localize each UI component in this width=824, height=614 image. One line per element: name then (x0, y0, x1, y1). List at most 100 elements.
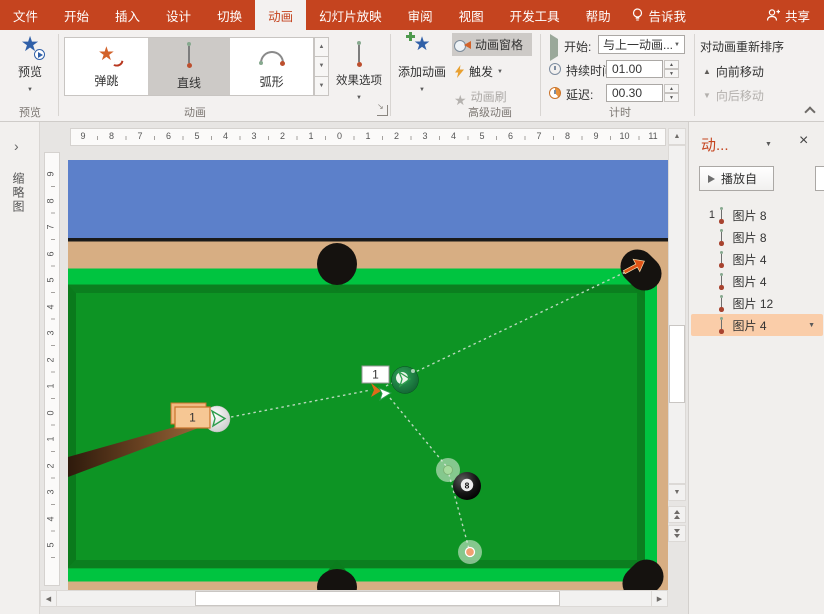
ribbon-tab[interactable]: 切换 (204, 0, 255, 30)
previous-slide-button[interactable] (668, 506, 686, 523)
ribbon-tab[interactable]: 幻灯片放映 (306, 0, 395, 30)
ruler-number: 2 (394, 131, 399, 141)
dropdown-caret-icon: ▼ (419, 87, 425, 93)
ruler-number: 1 (308, 131, 313, 141)
vertical-ruler[interactable]: 987654321012345 (44, 152, 60, 586)
collapse-ribbon-button[interactable] (804, 106, 815, 117)
slide-canvas[interactable]: 8 1 1 (68, 160, 668, 592)
ruler-number: 8 (565, 131, 570, 141)
ribbon-tab[interactable]: 文件 (0, 0, 51, 30)
scroll-right-button[interactable]: ▶ (651, 590, 668, 607)
bounce-swoosh-icon (113, 59, 123, 67)
group-separator (390, 34, 391, 116)
animation-item-label: 图片 12 (733, 295, 774, 312)
gallery-scroll-up-button[interactable]: ▲ (314, 37, 329, 57)
preview-button[interactable]: ★ 预览 ▼ (6, 34, 54, 102)
play-from-button[interactable]: 播放自 (699, 166, 774, 191)
motion-path-icon (719, 251, 724, 268)
ruler-number: 10 (619, 131, 629, 141)
ruler-number: 3 (251, 131, 256, 141)
animation-list-item[interactable]: 图片 4 ▼ (691, 270, 823, 292)
eight-ball-number: 8 (465, 480, 470, 490)
add-animation-button[interactable]: ★ 添加动画 ▼ (394, 34, 450, 102)
share-button[interactable]: 共享 (756, 6, 824, 25)
animation-item-label: 图片 8 (733, 207, 767, 224)
gallery-item-bounce[interactable]: ★ 弹跳 (65, 38, 148, 95)
sky-background (68, 160, 668, 238)
tell-me-button[interactable]: 告诉我 (622, 6, 696, 25)
dialog-launcher-icon[interactable] (377, 105, 388, 116)
item-dropdown-caret-icon[interactable]: ▼ (808, 322, 815, 329)
animation-list-item[interactable]: 图片 4 ▼ (691, 248, 823, 270)
animation-pane-button[interactable]: 动画窗格 (452, 33, 532, 56)
ruler-number: 5 (479, 131, 484, 141)
effect-options-button[interactable]: 效果选项 ▼ (332, 34, 386, 102)
ribbon-tab[interactable]: 插入 (102, 0, 153, 30)
start-label: 开始: (564, 38, 591, 55)
ribbon-tab[interactable]: 动画 (255, 0, 306, 30)
delay-input[interactable]: 00.30 (606, 84, 663, 102)
animation-pane-title: 动... (701, 134, 729, 155)
down-triangle-icon: ▼ (703, 91, 711, 100)
ruler-number: 4 (46, 304, 56, 309)
play-icon (708, 175, 715, 183)
ribbon-tab[interactable]: 设计 (153, 0, 204, 30)
start-select[interactable]: 与上一动画...▼ (598, 35, 685, 54)
next-slide-button[interactable] (668, 525, 686, 542)
ruler-number: 2 (46, 357, 56, 362)
ruler-number: 2 (46, 463, 56, 468)
ruler-number: 9 (80, 131, 85, 141)
ruler-number: 1 (46, 383, 56, 388)
animation-list-item[interactable]: 图片 8 ▼ (691, 226, 823, 248)
add-animation-star-icon: ★ (413, 34, 430, 56)
pane-dropdown-caret-icon[interactable]: ▼ (765, 141, 772, 148)
scroll-left-button[interactable]: ◀ (40, 590, 57, 607)
ribbon-tab[interactable]: 视图 (446, 0, 497, 30)
gallery-more-button[interactable]: ▼ (314, 77, 329, 96)
ribbon-tab[interactable]: 审阅 (395, 0, 446, 30)
ruler-number: 0 (337, 131, 342, 141)
gallery-scroll-down-button[interactable]: ▼ (314, 57, 329, 76)
scroll-up-button[interactable]: ▲ (668, 128, 686, 145)
line-path-icon (187, 42, 192, 70)
thumbnail-panel-collapsed[interactable]: › 缩略图 (0, 122, 40, 614)
gallery-item-arc[interactable]: 弧形 (230, 38, 313, 95)
ribbon-tab[interactable]: 开始 (51, 0, 102, 30)
scroll-down-button[interactable]: ▼ (668, 484, 686, 501)
reorder-title: 对动画重新排序 (700, 38, 784, 55)
duration-clock-icon (549, 62, 561, 80)
up-triangle-icon: ▲ (703, 67, 711, 76)
ribbon-tab[interactable]: 开发工具 (497, 0, 573, 30)
trigger-button[interactable]: 触发 ▼ (452, 60, 532, 83)
ruler-number: 11 (648, 131, 657, 141)
animation-list-item[interactable]: 图片 12 ▼ (691, 292, 823, 314)
gallery-item-line[interactable]: 直线 (148, 38, 231, 95)
menubar-right: 告诉我 共享 (622, 0, 824, 30)
move-earlier-button[interactable]: ▲ 向前移动 (703, 63, 764, 80)
animation-item-label: 图片 4 (733, 273, 767, 290)
close-pane-button[interactable]: × (799, 132, 808, 150)
expand-chevron-icon[interactable]: › (14, 138, 19, 154)
animation-list: 1 图片 8 ▼ 图片 8 ▼ 图片 4 ▼ (689, 204, 824, 336)
ruler-number: 1 (46, 436, 56, 441)
move-later-button[interactable]: ▼ 向后移动 (703, 87, 764, 104)
duration-input[interactable]: 01.00 (606, 60, 663, 78)
ruler-number: 5 (194, 131, 199, 141)
animation-list-item[interactable]: 图片 4 ▼ (691, 314, 823, 336)
horizontal-ruler[interactable]: 98765432101234567891011 (70, 128, 666, 146)
plus-badge-icon (406, 32, 415, 41)
ruler-number: 3 (46, 489, 56, 494)
vertical-scrollbar-track[interactable] (668, 145, 686, 484)
duration-spinner[interactable]: ▲▼ (664, 60, 679, 78)
pocket-top-middle (317, 243, 357, 285)
ribbon-tab[interactable]: 帮助 (573, 0, 624, 30)
delay-spinner[interactable]: ▲▼ (664, 84, 679, 102)
play-badge-icon (34, 49, 45, 60)
vertical-scrollbar-thumb[interactable] (669, 325, 685, 403)
animation-list-item[interactable]: 1 图片 8 ▼ (691, 204, 823, 226)
dropdown-caret-icon: ▼ (27, 87, 33, 93)
table-rail-top (68, 242, 668, 269)
reorder-button-partial[interactable] (815, 166, 824, 191)
horizontal-scrollbar-thumb[interactable] (195, 591, 560, 606)
ruler-number: 6 (166, 131, 171, 141)
